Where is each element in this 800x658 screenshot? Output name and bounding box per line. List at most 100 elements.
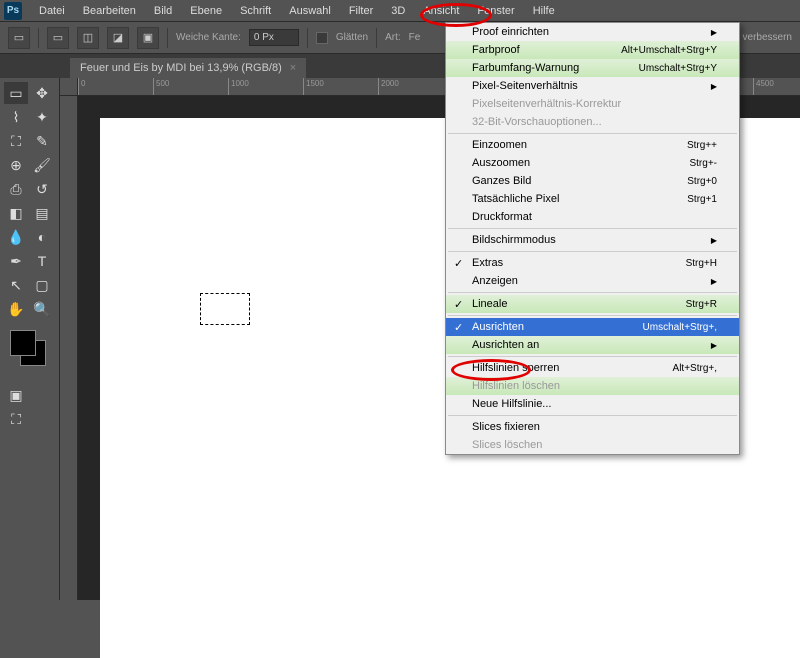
submenu-arrow-icon: ▶ (711, 82, 717, 91)
menu-separator (448, 251, 737, 252)
menu-item-neue-hilfslinie-[interactable]: Neue Hilfslinie... (446, 395, 739, 413)
heal-tool-icon[interactable]: ⊕ (4, 154, 28, 176)
ruler-origin[interactable] (60, 78, 78, 96)
shape-tool-icon[interactable]: ▢ (30, 274, 54, 296)
menu-item-lineale[interactable]: ✓LinealeStrg+R (446, 295, 739, 313)
menu-item-druckformat[interactable]: Druckformat (446, 208, 739, 226)
menu-separator (448, 292, 737, 293)
eyedropper-tool-icon[interactable]: ✎ (30, 130, 54, 152)
antialias-checkbox[interactable] (316, 32, 328, 44)
menu-item-label: Druckformat (472, 211, 532, 223)
menu-separator (448, 228, 737, 229)
zoom-tool-icon[interactable]: 🔍 (30, 298, 54, 320)
vertical-ruler[interactable] (60, 96, 78, 600)
tool-preset-picker[interactable]: ▭ (8, 27, 30, 49)
marquee-sub-icon[interactable]: ◪ (107, 27, 129, 49)
marquee-intersect-icon[interactable]: ▣ (137, 27, 159, 49)
antialias-label: Glätten (336, 32, 368, 43)
menu-item-ausrichten-an[interactable]: Ausrichten an▶ (446, 336, 739, 354)
lasso-tool-icon[interactable]: ⌇ (4, 106, 28, 128)
menu-item-slices-fixieren[interactable]: Slices fixieren (446, 418, 739, 436)
menu-fenster[interactable]: Fenster (468, 2, 523, 20)
wand-tool-icon[interactable]: ✦ (30, 106, 54, 128)
menu-separator (448, 133, 737, 134)
menu-item-anzeigen[interactable]: Anzeigen▶ (446, 272, 739, 290)
menu-item-extras[interactable]: ✓ExtrasStrg+H (446, 254, 739, 272)
menu-item-label: Lineale (472, 298, 507, 310)
menu-shortcut: Umschalt+Strg+Y (639, 63, 717, 74)
ruler-tick: 500 (153, 78, 228, 96)
foreground-swatch[interactable] (10, 330, 36, 356)
menu-item-label: Auszoomen (472, 157, 530, 169)
menu-item-label: Tatsächliche Pixel (472, 193, 559, 205)
gradient-tool-icon[interactable]: ▤ (30, 202, 54, 224)
menu-item-label: Hilfslinien sperren (472, 362, 559, 374)
menu-separator (448, 315, 737, 316)
app-logo: Ps (4, 2, 22, 20)
menu-ebene[interactable]: Ebene (181, 2, 231, 20)
menu-item-ausrichten[interactable]: ✓AusrichtenUmschalt+Strg+, (446, 318, 739, 336)
marquee-tool-icon[interactable]: ▭ (4, 82, 28, 104)
menu-item-label: Hilfslinien löschen (472, 380, 560, 392)
color-swatches[interactable] (10, 330, 50, 370)
menu-3d[interactable]: 3D (382, 2, 414, 20)
menu-item-bildschirmmodus[interactable]: Bildschirmmodus▶ (446, 231, 739, 249)
marquee-rect-icon[interactable]: ▭ (47, 27, 69, 49)
marquee-add-icon[interactable]: ◫ (77, 27, 99, 49)
menu-item-einzoomen[interactable]: EinzoomenStrg++ (446, 136, 739, 154)
path-tool-icon[interactable]: ↖ (4, 274, 28, 296)
crop-tool-icon[interactable]: ⛶ (4, 130, 28, 152)
screenmode-icon[interactable]: ⛶ (4, 408, 28, 430)
style-label: Art: (385, 32, 401, 43)
menu-item-proof-einrichten[interactable]: Proof einrichten▶ (446, 23, 739, 41)
blur-tool-icon[interactable]: 💧 (4, 226, 28, 248)
hand-tool-icon[interactable]: ✋ (4, 298, 28, 320)
ruler-tick: 1000 (228, 78, 303, 96)
menu-item-label: Slices fixieren (472, 421, 540, 433)
brush-tool-icon[interactable]: 🖌 (30, 154, 54, 176)
menu-item-farbproof[interactable]: FarbproofAlt+Umschalt+Strg+Y (446, 41, 739, 59)
menu-bearbeiten[interactable]: Bearbeiten (74, 2, 145, 20)
check-icon: ✓ (454, 257, 463, 270)
close-icon[interactable]: × (290, 62, 296, 74)
menu-schrift[interactable]: Schrift (231, 2, 280, 20)
menu-item-farbumfang-warnung[interactable]: Farbumfang-WarnungUmschalt+Strg+Y (446, 59, 739, 77)
menu-item-ganzes-bild[interactable]: Ganzes BildStrg+0 (446, 172, 739, 190)
menu-item-label: Farbproof (472, 44, 520, 56)
dodge-tool-icon[interactable]: ◐ (30, 226, 54, 248)
menu-item-label: Pixel-Seitenverhältnis (472, 80, 578, 92)
menu-ansicht[interactable]: Ansicht (414, 2, 468, 20)
menu-item-32-bit-vorschauoptionen-: 32-Bit-Vorschauoptionen... (446, 113, 739, 131)
stamp-tool-icon[interactable]: ⎙ (4, 178, 28, 200)
ruler-tick: 4500 (753, 78, 800, 96)
check-icon: ✓ (454, 298, 463, 311)
history-brush-icon[interactable]: ↺ (30, 178, 54, 200)
eraser-tool-icon[interactable]: ◧ (4, 202, 28, 224)
menu-bild[interactable]: Bild (145, 2, 181, 20)
menu-item-tats-chliche-pixel[interactable]: Tatsächliche PixelStrg+1 (446, 190, 739, 208)
menu-item-label: Ausrichten an (472, 339, 539, 351)
menu-auswahl[interactable]: Auswahl (280, 2, 340, 20)
pen-tool-icon[interactable]: ✒ (4, 250, 28, 272)
view-menu-dropdown: Proof einrichten▶FarbproofAlt+Umschalt+S… (445, 22, 740, 455)
menu-shortcut: Strg+0 (687, 176, 717, 187)
menu-shortcut: Strg++ (687, 140, 717, 151)
menu-shortcut: Strg+- (689, 158, 717, 169)
menu-item-auszoomen[interactable]: Auszoomen Strg+- (446, 154, 739, 172)
menu-filter[interactable]: Filter (340, 2, 382, 20)
menu-item-label: Extras (472, 257, 503, 269)
quickmask-icon[interactable]: ▣ (4, 384, 28, 406)
move-tool-icon[interactable]: ✥ (30, 82, 54, 104)
menu-item-hilfslinien-sperren[interactable]: Hilfslinien sperrenAlt+Strg+, (446, 359, 739, 377)
ruler-tick: 2000 (378, 78, 453, 96)
type-tool-icon[interactable]: T (30, 250, 54, 272)
menu-shortcut: Umschalt+Strg+, (643, 322, 717, 333)
document-tab[interactable]: Feuer und Eis by MDI bei 13,9% (RGB/8) × (70, 58, 306, 78)
menu-item-pixel-seitenverh-ltnis[interactable]: Pixel-Seitenverhältnis ▶ (446, 77, 739, 95)
check-icon: ✓ (454, 321, 463, 334)
menu-hilfe[interactable]: Hilfe (524, 2, 564, 20)
menu-datei[interactable]: Datei (30, 2, 74, 20)
feather-label: Weiche Kante: (176, 32, 241, 43)
ruler-tick: 0 (78, 78, 153, 96)
feather-input[interactable] (249, 29, 299, 46)
